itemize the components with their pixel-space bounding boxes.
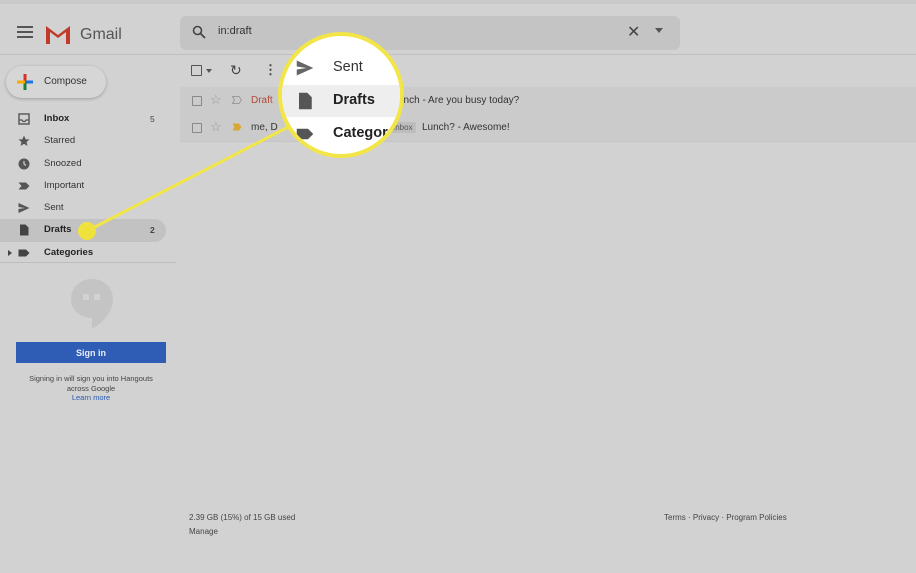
send-icon <box>296 60 314 76</box>
magnified-sent-item: Sent <box>282 52 400 84</box>
label-icon <box>296 128 314 140</box>
magnified-sent-label: Sent <box>333 59 363 75</box>
callout-pointer-line <box>86 123 293 233</box>
magnifier-callout: Sent Drafts Categor <box>278 32 404 158</box>
draft-icon <box>299 92 312 110</box>
magnified-categories-item: Categor <box>282 118 400 150</box>
callout-pointer-dot <box>78 222 96 240</box>
magnified-drafts-item: Drafts <box>282 85 400 117</box>
magnified-categories-label: Categor <box>333 125 388 141</box>
magnified-drafts-label: Drafts <box>333 92 375 108</box>
